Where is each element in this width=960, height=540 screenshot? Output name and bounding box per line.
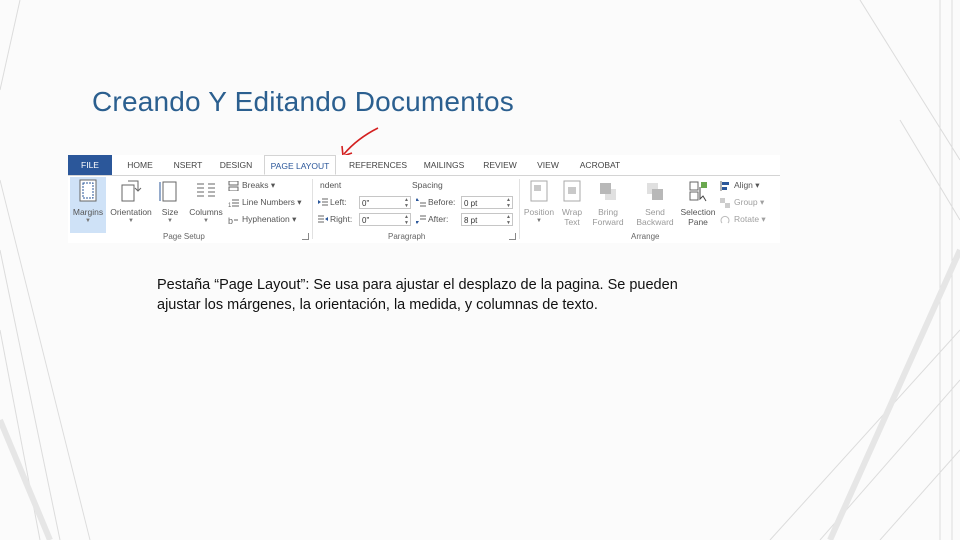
send-backward-button[interactable]: Send Backward: [633, 177, 677, 233]
breaks-label: Breaks: [242, 180, 269, 190]
send-backward-label: Send Backward: [636, 207, 674, 227]
indent-left-label: Left:: [318, 196, 347, 209]
spacing-before-label: Before:: [416, 196, 455, 209]
chevron-down-icon: ▼: [167, 218, 173, 224]
orientation-button[interactable]: Orientation ▼: [110, 177, 152, 233]
hyphenation-button[interactable]: b Hyphenation ▾: [228, 212, 296, 227]
wrap-text-label: Wrap Text: [561, 207, 583, 227]
position-label: Position: [523, 207, 555, 217]
spacing-heading: Spacing: [412, 180, 443, 190]
orientation-label: Orientation: [110, 207, 152, 217]
spacing-after-label: After:: [416, 213, 448, 226]
tab-design[interactable]: DESIGN: [216, 155, 256, 175]
columns-icon: [197, 183, 215, 197]
selection-pane-label: Selection Pane: [680, 207, 716, 227]
svg-text:b: b: [228, 216, 233, 225]
spacing-after-input[interactable]: 8 pt ▲ ▼: [461, 213, 513, 226]
group-separator: [519, 179, 520, 239]
spacing-after-icon: [416, 215, 426, 225]
indent-right-input[interactable]: 0" ▲ ▼: [359, 213, 411, 226]
hyphenation-label: Hyphenation: [242, 214, 290, 224]
breaks-button[interactable]: Breaks ▾: [228, 178, 275, 193]
paragraph-launcher-icon[interactable]: [509, 233, 516, 240]
tab-acrobat[interactable]: ACROBAT: [574, 155, 626, 175]
svg-text:1: 1: [228, 203, 232, 208]
rotate-button[interactable]: Rotate ▾: [720, 212, 766, 227]
spinner-arrows-icon[interactable]: ▲ ▼: [404, 214, 409, 226]
tab-mailings[interactable]: MAILINGS: [418, 155, 470, 175]
tab-home[interactable]: HOME: [120, 155, 160, 175]
line-numbers-button[interactable]: 1 Line Numbers ▾: [228, 195, 302, 210]
size-icon: [159, 181, 177, 202]
page-setup-launcher-icon[interactable]: [302, 233, 309, 240]
indent-left-icon: [318, 198, 328, 206]
wrap-text-icon: [563, 180, 581, 202]
bring-forward-button[interactable]: Bring Forward: [589, 177, 627, 233]
ribbon-tab-bar: FILE HOME NSERT DESIGN PAGE LAYOUT REFER…: [68, 155, 780, 176]
spacing-before-value: 0 pt: [464, 199, 478, 208]
send-backward-icon: [647, 183, 663, 200]
arrange-group-label: Arrange: [631, 232, 660, 241]
group-separator: [312, 179, 313, 239]
wrap-text-button[interactable]: Wrap Text: [557, 177, 587, 233]
columns-button[interactable]: Columns ▼: [186, 177, 226, 233]
indent-right-value: 0": [362, 216, 370, 225]
indent-heading: ndent: [320, 180, 342, 190]
tab-page-layout[interactable]: PAGE LAYOUT: [264, 155, 336, 175]
tab-review[interactable]: REVIEW: [478, 155, 522, 175]
margins-label: Margins: [72, 207, 104, 217]
chevron-down-icon: ▼: [85, 218, 91, 224]
indent-right-icon: [318, 215, 328, 223]
position-icon: [530, 180, 548, 202]
hyphenation-icon: b: [228, 216, 238, 225]
spinner-arrows-icon[interactable]: ▲ ▼: [506, 197, 511, 209]
page-setup-group-label: Page Setup: [163, 232, 205, 241]
rotate-label: Rotate: [734, 214, 760, 224]
chevron-down-icon: ▼: [128, 218, 134, 224]
word-ribbon: FILE HOME NSERT DESIGN PAGE LAYOUT REFER…: [68, 155, 780, 243]
bring-forward-icon: [600, 183, 616, 200]
align-button[interactable]: Align ▾: [720, 178, 760, 193]
size-button[interactable]: Size ▼: [156, 177, 184, 233]
chevron-down-icon: ▼: [203, 218, 209, 224]
chevron-down-icon: ▼: [536, 218, 542, 224]
spinner-arrows-icon[interactable]: ▲ ▼: [506, 214, 511, 226]
tab-references[interactable]: REFERENCES: [346, 155, 410, 175]
spacing-after-value: 8 pt: [464, 216, 478, 225]
slide-title: Creando Y Editando Documentos: [92, 86, 514, 117]
columns-label: Columns: [189, 207, 223, 217]
tab-file[interactable]: FILE: [68, 155, 112, 175]
align-label: Align: [734, 180, 753, 190]
tab-view[interactable]: VIEW: [530, 155, 566, 175]
selection-pane-icon: [689, 181, 707, 202]
line-numbers-label: Line Numbers: [242, 197, 295, 207]
paragraph-group-label: Paragraph: [388, 232, 426, 241]
size-label: Size: [161, 207, 179, 217]
indent-left-value: 0": [362, 199, 370, 208]
group-label: Group: [734, 197, 758, 207]
margins-button[interactable]: Margins ▼: [70, 177, 106, 233]
spacing-before-icon: [416, 198, 426, 207]
background-architecture: [0, 0, 960, 540]
spinner-arrows-icon[interactable]: ▲ ▼: [404, 197, 409, 209]
rotate-icon: [720, 215, 730, 224]
group-button[interactable]: Group ▾: [720, 195, 764, 210]
bring-forward-label: Bring Forward: [592, 207, 624, 227]
align-icon: [720, 180, 729, 191]
indent-left-input[interactable]: 0" ▲ ▼: [359, 196, 411, 209]
group-icon: [720, 197, 730, 208]
spacing-before-input[interactable]: 0 pt ▲ ▼: [461, 196, 513, 209]
margins-icon: [79, 179, 97, 202]
selection-pane-button[interactable]: Selection Pane: [679, 177, 717, 233]
breaks-icon: [228, 180, 239, 191]
indent-right-label: Right:: [318, 213, 352, 226]
position-button[interactable]: Position ▼: [521, 177, 557, 233]
line-numbers-icon: 1: [228, 199, 239, 208]
orientation-icon: [121, 180, 142, 202]
tab-insert[interactable]: NSERT: [168, 155, 208, 175]
slide-body-text: Pestaña “Page Layout”: Se usa para ajust…: [157, 277, 678, 313]
